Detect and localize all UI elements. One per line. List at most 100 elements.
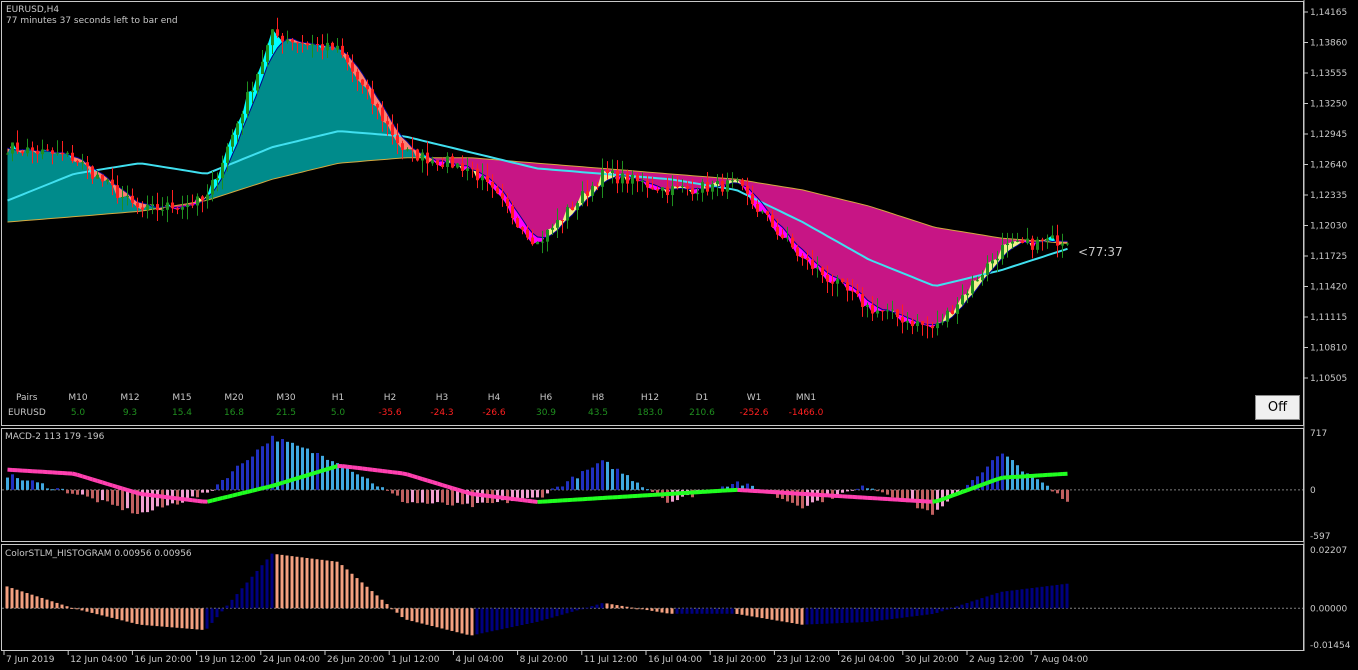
candle-body — [171, 202, 174, 209]
candle-body — [271, 29, 274, 46]
candle-body — [151, 204, 154, 206]
macd-hist-bar — [856, 488, 859, 490]
stlm-hist-bar — [170, 608, 174, 628]
stlm-hist-bar — [45, 599, 49, 609]
macd-hist-bar — [1046, 485, 1049, 490]
stlm-hist-bar — [500, 608, 504, 630]
macd-signal-segment — [167, 495, 173, 500]
candle-body — [951, 310, 954, 314]
stlm-hist-bar — [200, 608, 204, 630]
stlm-hist-bar — [835, 608, 839, 624]
stlm-hist-bar — [205, 608, 209, 629]
candle-body — [911, 320, 914, 327]
macd-signal-segment — [237, 491, 243, 497]
candle-body — [211, 180, 214, 195]
macd-signal-segment — [487, 493, 493, 499]
macd-signal-segment — [507, 496, 513, 501]
macd-hist-bar — [406, 489, 409, 504]
candle-body — [421, 152, 424, 161]
stlm-hist-bar — [435, 608, 439, 628]
stlm-hist-bar — [810, 608, 814, 625]
macd-signal-segment — [316, 468, 324, 475]
macd-signal-segment — [492, 494, 498, 500]
macd-signal-segment — [991, 477, 999, 483]
macd-hist-bar — [86, 489, 89, 497]
candle-body — [286, 39, 289, 42]
time-tick-label: 1 Jul 12:00 — [391, 655, 440, 665]
candle-body — [581, 191, 584, 204]
candle-body — [496, 187, 499, 194]
macd-hist-bar — [626, 475, 629, 490]
macd-hist-bar — [366, 478, 369, 490]
macd-indicator — [2, 435, 1303, 515]
candle-body — [796, 247, 799, 256]
stlm-hist-bar — [670, 608, 674, 614]
macd-signal-segment — [961, 488, 969, 494]
candle-body — [536, 241, 539, 245]
stlm-hist-bar — [280, 554, 284, 609]
timer-text: 77 minutes 37 seconds left to bar end — [6, 16, 178, 26]
macd-hist-bar — [861, 485, 864, 490]
macd-axis-label: 0 — [1310, 486, 1316, 496]
candle-body — [371, 89, 374, 104]
macd-signal-segment — [517, 497, 523, 503]
macd-hist-bar — [561, 486, 564, 490]
candle-body — [86, 162, 89, 167]
candle-body — [266, 45, 269, 62]
candle-body — [96, 174, 99, 179]
macd-signal-segment — [227, 493, 233, 499]
stlm-hist-bar — [120, 608, 124, 621]
candle-body — [941, 321, 944, 323]
macd-hist-bar — [986, 466, 989, 490]
macd-hist-bar — [1036, 479, 1039, 490]
stlm-axis-label: 0.00000 — [1310, 604, 1347, 614]
candle-body — [406, 149, 409, 151]
stlm-hist-bar — [980, 598, 984, 609]
stlm-hist-bar — [565, 608, 569, 614]
stlm-hist-bar — [1040, 586, 1044, 609]
candle-body — [521, 227, 524, 230]
candle-body — [356, 71, 359, 80]
macd-hist-bar — [111, 489, 114, 505]
candle-body — [391, 124, 394, 136]
macd-hist-bar — [101, 489, 104, 501]
macd-signal-segment — [121, 486, 129, 492]
candle-body — [866, 304, 869, 307]
stlm-hist-bar — [990, 594, 994, 609]
candle-body — [1061, 243, 1064, 246]
macd-signal-segment — [76, 472, 84, 479]
table-value-h1: 5.0 — [331, 408, 346, 418]
macd-signal-segment — [262, 485, 268, 491]
candle-body — [946, 310, 949, 322]
time-tick-label: 26 Jul 04:00 — [841, 655, 895, 665]
table-value-mn1: -1466.0 — [789, 408, 824, 418]
stlm-hist-bar — [775, 608, 779, 621]
price-tick-label: 1,12640 — [1310, 161, 1347, 171]
stlm-hist-bar — [705, 608, 709, 614]
macd-signal-segment — [971, 484, 979, 491]
stlm-hist-bar — [540, 608, 544, 621]
candle-body — [561, 220, 564, 222]
candle-body — [206, 194, 209, 201]
candle-body — [1056, 235, 1059, 246]
off-button[interactable]: Off — [1255, 395, 1300, 420]
stlm-axis-label: -0.01454 — [1310, 641, 1351, 651]
candle-body — [506, 198, 509, 207]
macd-hist-bar — [221, 479, 224, 490]
stlm-hist-bar — [610, 604, 614, 609]
macd-hist-bar — [421, 489, 424, 503]
macd-hist-bar — [1061, 489, 1064, 499]
stlm-hist-bar — [825, 608, 829, 624]
candle-body — [676, 186, 679, 188]
stlm-hist-bar — [175, 608, 179, 628]
candle-body — [261, 61, 264, 75]
macd-hist-bar — [866, 488, 869, 490]
candle-body — [501, 193, 504, 199]
macd-hist-bar — [231, 471, 234, 490]
candle-body — [831, 281, 834, 284]
macd-signal-segment — [101, 480, 109, 486]
candle-body — [311, 44, 314, 46]
stlm-hist-bar — [125, 608, 129, 622]
macd-signal-segment — [996, 475, 1004, 482]
table-value-h6: 30.9 — [536, 408, 556, 418]
